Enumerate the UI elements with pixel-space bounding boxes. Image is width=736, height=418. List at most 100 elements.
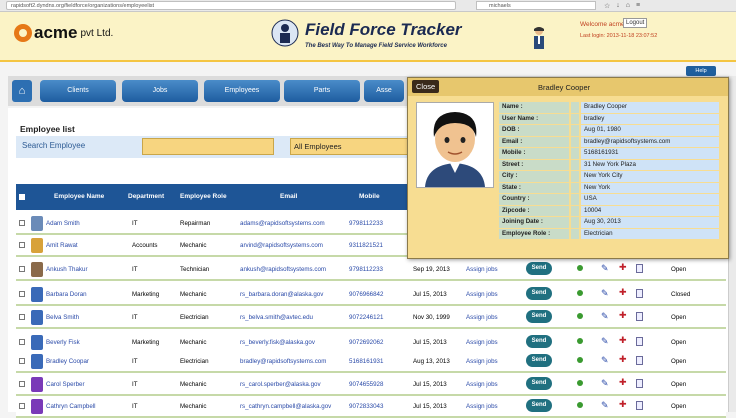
table-row[interactable]: Carol Sperber IT Mechanic rs_carol.sperber@… [16,374,726,396]
employee-filter-select[interactable]: All Employees [290,138,414,155]
employee-name-link[interactable]: Beverly Fisk [46,339,80,346]
email-link[interactable]: rs_cathryn.campbell@alaska.gov [240,403,331,410]
row-checkbox[interactable] [19,403,25,409]
table-row[interactable]: Barbara Doran Marketing Mechanic rs_barbara… [16,284,726,306]
employee-name-link[interactable]: Belva Smith [46,314,79,321]
mobile-link[interactable]: 9076966842 [349,291,383,298]
home-icon[interactable]: ⌂ [626,2,630,10]
row-checkbox[interactable] [19,314,25,320]
mobile-link[interactable]: 9311821521 [349,242,383,249]
employee-name-link[interactable]: Adam Smith [46,220,80,227]
assign-jobs-link[interactable]: Assign jobs [466,266,498,273]
nav-jobs[interactable]: Jobs [122,80,198,102]
search-input[interactable] [142,138,274,155]
send-button[interactable]: Send [526,262,552,275]
send-button[interactable]: Send [526,310,552,323]
employee-name-link[interactable]: Carol Sperber [46,381,85,388]
table-row[interactable]: Ankush Thakur IT Technician ankush@rapidsof… [16,259,726,281]
send-button[interactable]: Send [526,399,552,412]
add-document-icon[interactable]: ✚ [619,378,627,387]
col-email[interactable]: Email [280,193,297,200]
col-role[interactable]: Employee Role [180,193,227,200]
add-document-icon[interactable]: ✚ [619,400,627,409]
address-bar[interactable]: rapidsoft2.dyndns.org/fieldforce/organiz… [6,1,456,10]
select-all-checkbox[interactable] [19,194,25,200]
view-document-icon[interactable] [636,312,643,321]
mobile-link[interactable]: 9798112233 [349,220,383,227]
view-document-icon[interactable] [636,264,643,273]
email-link[interactable]: rs_belva.smith@avtec.edu [240,314,313,321]
assign-jobs-link[interactable]: Assign jobs [466,403,498,410]
home-button[interactable]: ⌂ [12,80,32,102]
send-button[interactable]: Send [526,354,552,367]
mobile-link[interactable]: 9072692062 [349,339,383,346]
nav-employees[interactable]: Employees [204,80,280,102]
close-button[interactable]: Close [412,80,440,93]
employee-name-link[interactable]: Barbara Doran [46,291,87,298]
mobile-link[interactable]: 9072833043 [349,403,383,410]
add-document-icon[interactable]: ✚ [619,336,627,345]
edit-pencil-icon[interactable]: ✎ [601,264,609,273]
view-document-icon[interactable] [636,356,643,365]
email-link[interactable]: ankush@rapidsoftsystems.com [240,266,326,273]
edit-pencil-icon[interactable]: ✎ [601,356,609,365]
send-button[interactable]: Send [526,335,552,348]
employee-name-link[interactable]: Bradley Coopar [46,358,89,365]
employee-name-link[interactable]: Cathryn Campbell [46,403,96,410]
email-link[interactable]: adams@rapidsoftsystems.com [240,220,325,227]
view-document-icon[interactable] [636,401,643,410]
assign-jobs-link[interactable]: Assign jobs [466,339,498,346]
email-link[interactable]: rs_barbara.doran@alaska.gov [240,291,323,298]
send-button[interactable]: Send [526,377,552,390]
row-checkbox[interactable] [19,266,25,272]
add-document-icon[interactable]: ✚ [619,355,627,364]
table-row[interactable]: Belva Smith IT Electrician rs_belva.smith@a… [16,307,726,329]
assign-jobs-link[interactable]: Assign jobs [466,314,498,321]
help-button[interactable]: Help [686,66,716,76]
nav-assets[interactable]: Asse [364,80,404,102]
mobile-link[interactable]: 9074655928 [349,381,383,388]
row-checkbox[interactable] [19,339,25,345]
mobile-link[interactable]: 9798112233 [349,266,383,273]
assign-jobs-link[interactable]: Assign jobs [466,291,498,298]
edit-pencil-icon[interactable]: ✎ [601,312,609,321]
add-document-icon[interactable]: ✚ [619,288,627,297]
table-row[interactable]: Bradley Coopar IT Electrician bradley@rapid… [16,351,726,373]
nav-clients[interactable]: Clients [40,80,116,102]
edit-pencil-icon[interactable]: ✎ [601,337,609,346]
view-document-icon[interactable] [636,337,643,346]
send-button[interactable]: Send [526,287,552,300]
edit-pencil-icon[interactable]: ✎ [601,289,609,298]
row-checkbox[interactable] [19,358,25,364]
row-checkbox[interactable] [19,381,25,387]
email-link[interactable]: rs_beverly.fisk@alaska.gov [240,339,315,346]
col-mobile[interactable]: Mobile [359,193,380,200]
email-link[interactable]: rs_carol.sperber@alaska.gov [240,381,321,388]
row-checkbox[interactable] [19,291,25,297]
menu-icon[interactable]: ≡ [636,2,640,10]
email-link[interactable]: arvind@rapidsoftsystems.com [240,242,323,249]
view-document-icon[interactable] [636,379,643,388]
assign-jobs-link[interactable]: Assign jobs [466,358,498,365]
add-document-icon[interactable]: ✚ [619,311,627,320]
assign-jobs-link[interactable]: Assign jobs [466,381,498,388]
bookmark-star-icon[interactable]: ☆ [604,2,610,10]
email-link[interactable]: bradley@rapidsoftsystems.com [240,358,326,365]
page-scrollbar[interactable] [728,76,736,412]
download-icon[interactable]: ↓ [616,2,620,10]
employee-name-link[interactable]: Amit Rawat [46,242,78,249]
row-checkbox[interactable] [19,242,25,248]
edit-pencil-icon[interactable]: ✎ [601,401,609,410]
mobile-link[interactable]: 9072246121 [349,314,383,321]
view-document-icon[interactable] [636,289,643,298]
add-document-icon[interactable]: ✚ [619,263,627,272]
employee-name-link[interactable]: Ankush Thakur [46,266,88,273]
row-checkbox[interactable] [19,220,25,226]
table-row[interactable]: Cathryn Campbell IT Mechanic rs_cathryn.cam… [16,396,726,418]
browser-search-box[interactable]: michaels [476,1,596,10]
edit-pencil-icon[interactable]: ✎ [601,379,609,388]
col-department[interactable]: Department [128,193,164,200]
col-name[interactable]: Employee Name [54,193,104,200]
mobile-link[interactable]: 5168161931 [349,358,383,365]
nav-parts[interactable]: Parts [284,80,360,102]
